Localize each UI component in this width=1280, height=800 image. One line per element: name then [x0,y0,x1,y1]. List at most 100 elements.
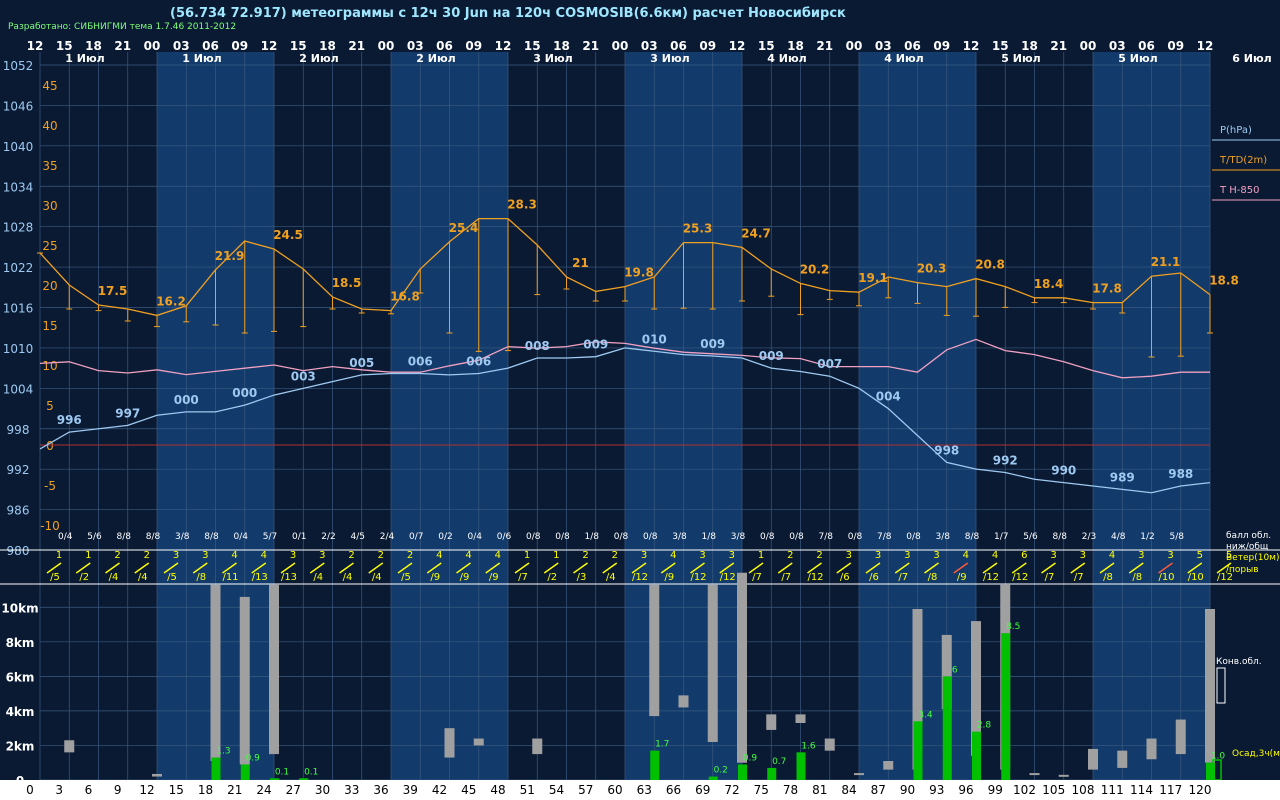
precip-label: 1.7 [655,740,669,750]
wind-gust: /5 [401,572,411,583]
step-tick: 93 [929,783,944,797]
pressure-label: 008 [525,339,550,353]
cloud-fraction: 2/3 [1082,532,1096,542]
wind-speed: 3 [1167,550,1173,561]
cloud-bar [883,761,894,770]
pressure-label: 990 [1051,464,1076,478]
precip-label: 2.8 [977,721,992,731]
cloud-fraction: 0/1 [292,532,306,542]
pressure-tick: 1040 [3,140,34,154]
wind-speed: 4 [436,550,442,561]
hour-tick: 12 [963,39,980,53]
meteogram-chart: 1052104610401034102810221016101010049989… [0,39,1280,800]
cloud-bar [1058,774,1069,777]
day-label: 2 Июл [299,52,338,65]
pressure-label: 009 [759,349,784,363]
step-tick: 63 [637,783,652,797]
wind-speed: 3 [319,550,325,561]
cloud-legend: балл обл. [1226,531,1271,541]
wind-gust: /7 [518,572,528,583]
day-label: 4 Июл [767,52,806,65]
wind-gust: /4 [138,572,148,583]
cloud-fraction: 0/8 [526,532,541,542]
height-tick: 4km [6,705,35,719]
wind-gust: /2 [79,572,89,583]
pressure-tick: 1046 [3,99,34,113]
pressure-tick: 998 [7,423,30,437]
temp-label: 16.2 [156,294,186,308]
step-tick: 57 [578,783,593,797]
cloud-fraction: 1/8 [702,532,717,542]
step-tick: 72 [724,783,739,797]
temp-label: 19.1 [858,271,888,285]
step-tick: 84 [841,783,856,797]
cloud-bar [1029,773,1040,776]
pressure-tick: 1034 [3,180,34,194]
step-tick: 12 [139,783,154,797]
wind-gust: /13 [281,572,297,583]
wind-speed: 1 [553,550,559,561]
hour-tick: 18 [1021,39,1038,53]
precip-bar [942,676,952,780]
wind-speed: 2 [378,550,384,561]
cloud-bar [1088,748,1098,770]
day-label: 3 Июл [533,52,572,65]
temp-tick: 45 [42,79,57,93]
hour-tick: 21 [582,39,599,53]
wind-speed: 2 [144,550,150,561]
hour-tick: 06 [202,39,219,53]
temp-label: 20.3 [917,262,947,276]
temp-tick: 5 [46,399,54,413]
wind-gust: /4 [343,572,353,583]
hour-tick: 12 [1197,39,1214,53]
wind-gust: /8 [928,572,938,583]
cloud-bar [649,584,660,717]
precip-label: 1.3 [216,747,230,757]
precip-bar [299,778,309,780]
wind-speed: 4 [1109,550,1115,561]
wind-gust: /9 [957,572,967,583]
wind-gust: /9 [460,572,470,583]
cloud-fraction: 7/8 [877,532,892,542]
pressure-label: 005 [349,356,374,370]
step-tick: 27 [286,783,301,797]
pressure-label: 006 [466,355,491,369]
wind-gust: /7 [1074,572,1084,583]
step-tick: 87 [871,783,886,797]
day-label: 3 Июл [650,52,689,65]
wind-speed: 3 [1050,550,1056,561]
step-tick: 30 [315,783,330,797]
wind-gust: /2 [547,572,557,583]
cloud-fraction: 1/2 [1140,532,1154,542]
temp-label: 24.5 [273,228,303,242]
step-tick: 75 [754,783,769,797]
hour-tick: 06 [1138,39,1155,53]
hour-tick: 00 [846,39,863,53]
cloud-bar [1146,738,1157,760]
cloud-bar [269,584,279,755]
wind-gust: /3 [577,572,587,583]
cloud-fraction: 4/5 [351,532,365,542]
meteogram-window: (56.734 72.917) метеограммы с 12ч 30 Jun… [0,0,1280,800]
hour-tick: 00 [612,39,629,53]
temp-label: 17.8 [1092,282,1122,296]
wind-gust: /13 [252,572,268,583]
wind-speed: 3 [290,550,296,561]
precip-label: 1.6 [801,741,816,751]
temp-tick: 20 [42,279,57,293]
hour-tick: 09 [1167,39,1184,53]
pressure-label: 000 [174,393,199,407]
hour-tick: 18 [319,39,336,53]
wind-gust: /12 [983,572,999,583]
step-tick: 78 [783,783,798,797]
step-tick: 6 [85,783,93,797]
cloud-bar [444,728,455,758]
legend-t850: T H-850 [1219,185,1260,196]
wind-speed: 3 [846,550,852,561]
temp-label: 20.8 [975,258,1005,272]
precip-legend: Осад,3ч(мм) [1232,749,1280,759]
cloud-fraction: 0/7 [409,532,423,542]
wind-gust: /12 [690,572,706,583]
temp-label: 25.4 [449,221,479,235]
hour-tick: 06 [904,39,921,53]
